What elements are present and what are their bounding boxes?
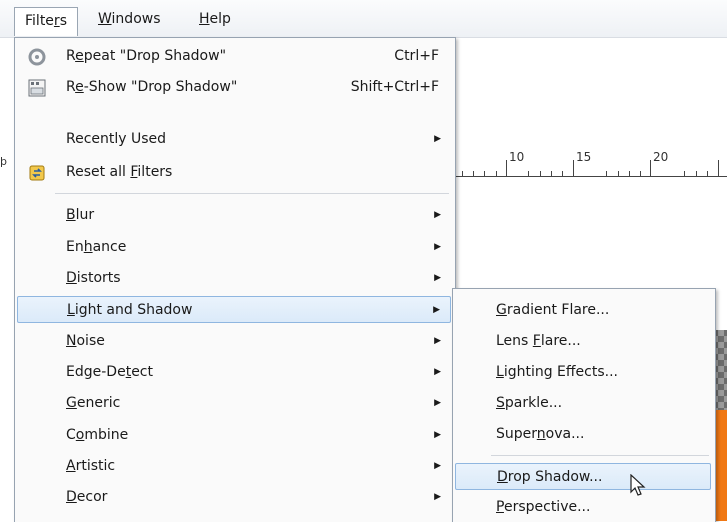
ruler-tick — [696, 171, 697, 176]
ruler-tick — [606, 171, 607, 176]
submenu-item-perspective[interactable]: Perspective... — [455, 494, 711, 521]
menu-item-repeat-drop-shadow[interactable]: Repeat "Drop Shadow" Ctrl+F — [17, 43, 451, 70]
menu-item-recently-used[interactable]: Recently Used ▶ — [17, 126, 451, 153]
submenu-item-sparkle[interactable]: Sparkle... — [455, 390, 711, 417]
menu-item-decor[interactable]: Decor ▶ — [17, 484, 451, 511]
light-and-shadow-submenu: Gradient Flare... Lens Flare... Lighting… — [452, 288, 716, 522]
ruler-tick — [484, 171, 485, 176]
submenu-item-lens-flare[interactable]: Lens Flare... — [455, 328, 711, 355]
mouse-cursor-icon — [630, 474, 646, 496]
ruler-tick — [718, 160, 719, 176]
menu-windows[interactable]: Windows — [98, 9, 161, 29]
submenu-arrow-icon: ▶ — [434, 461, 441, 471]
menu-item-reset-all-filters[interactable]: Reset all Filters — [17, 159, 451, 186]
shortcut-label: Shift+Ctrl+F — [350, 79, 439, 95]
ruler-tick — [551, 171, 552, 176]
menu-item-edge-detect[interactable]: Edge-Detect ▶ — [17, 359, 451, 386]
submenu-item-drop-shadow[interactable]: Drop Shadow... — [455, 463, 711, 490]
submenu-arrow-icon: ▶ — [434, 398, 441, 408]
menu-item-generic[interactable]: Generic ▶ — [17, 390, 451, 417]
menu-help[interactable]: Help — [199, 9, 231, 29]
submenu-arrow-icon: ▶ — [434, 367, 441, 377]
submenu-item-gradient-flare[interactable]: Gradient Flare... — [455, 297, 711, 324]
submenu-item-supernova[interactable]: Supernova... — [455, 421, 711, 448]
menu-item-reshow-drop-shadow[interactable]: Re-Show "Drop Shadow" Shift+Ctrl+F — [17, 74, 451, 101]
ruler-tick — [473, 171, 474, 176]
filters-menu: Repeat "Drop Shadow" Ctrl+F Re-Show "Dro… — [14, 37, 456, 522]
submenu-arrow-icon: ▶ — [434, 430, 441, 440]
ruler-label: 15 — [576, 150, 592, 164]
ruler-tick — [528, 171, 529, 176]
ruler-tick — [650, 160, 651, 176]
ruler-edge-mark: þ — [0, 155, 7, 168]
ruler-tick — [540, 171, 541, 176]
submenu-arrow-icon: ▶ — [434, 492, 441, 502]
submenu-arrow-icon: ▶ — [434, 273, 441, 283]
submenu-arrow-icon: ▶ — [434, 242, 441, 252]
reshow-filter-icon — [27, 78, 47, 98]
submenu-arrow-icon: ▶ — [434, 336, 441, 346]
menu-separator — [55, 193, 449, 194]
menu-item-enhance[interactable]: Enhance ▶ — [17, 234, 451, 261]
ruler-tick — [707, 171, 708, 176]
ruler-tick — [562, 171, 563, 176]
submenu-arrow-icon: ▶ — [434, 210, 441, 220]
horizontal-ruler: 10 15 20 — [456, 150, 727, 177]
ruler-tick — [629, 171, 630, 176]
ruler-tick — [640, 171, 641, 176]
menu-item-blur[interactable]: Blur ▶ — [17, 202, 451, 229]
menu-filters[interactable]: Filters — [14, 7, 78, 36]
shortcut-label: Ctrl+F — [394, 48, 439, 64]
reset-filters-icon — [27, 163, 47, 183]
menu-item-light-and-shadow[interactable]: Light and Shadow ▶ — [17, 296, 451, 323]
ruler-tick — [496, 171, 497, 176]
submenu-arrow-icon: ▶ — [433, 305, 440, 315]
submenu-arrow-icon: ▶ — [434, 134, 441, 144]
menu-item-artistic[interactable]: Artistic ▶ — [17, 453, 451, 480]
ruler-tick — [618, 171, 619, 176]
ruler-tick — [506, 160, 507, 176]
repeat-filter-icon — [27, 47, 47, 67]
menu-item-noise[interactable]: Noise ▶ — [17, 328, 451, 355]
submenu-item-lighting-effects[interactable]: Lighting Effects... — [455, 359, 711, 386]
ruler-tick — [684, 171, 685, 176]
ruler-label: 20 — [653, 150, 669, 164]
menu-item-distorts[interactable]: Distorts ▶ — [17, 265, 451, 292]
ruler-label: 10 — [509, 150, 525, 164]
ruler-tick — [462, 171, 463, 176]
menubar: Filters Windows Help — [0, 0, 727, 38]
ruler-tick — [573, 160, 574, 176]
menu-separator — [491, 455, 709, 456]
menu-item-combine[interactable]: Combine ▶ — [17, 422, 451, 449]
